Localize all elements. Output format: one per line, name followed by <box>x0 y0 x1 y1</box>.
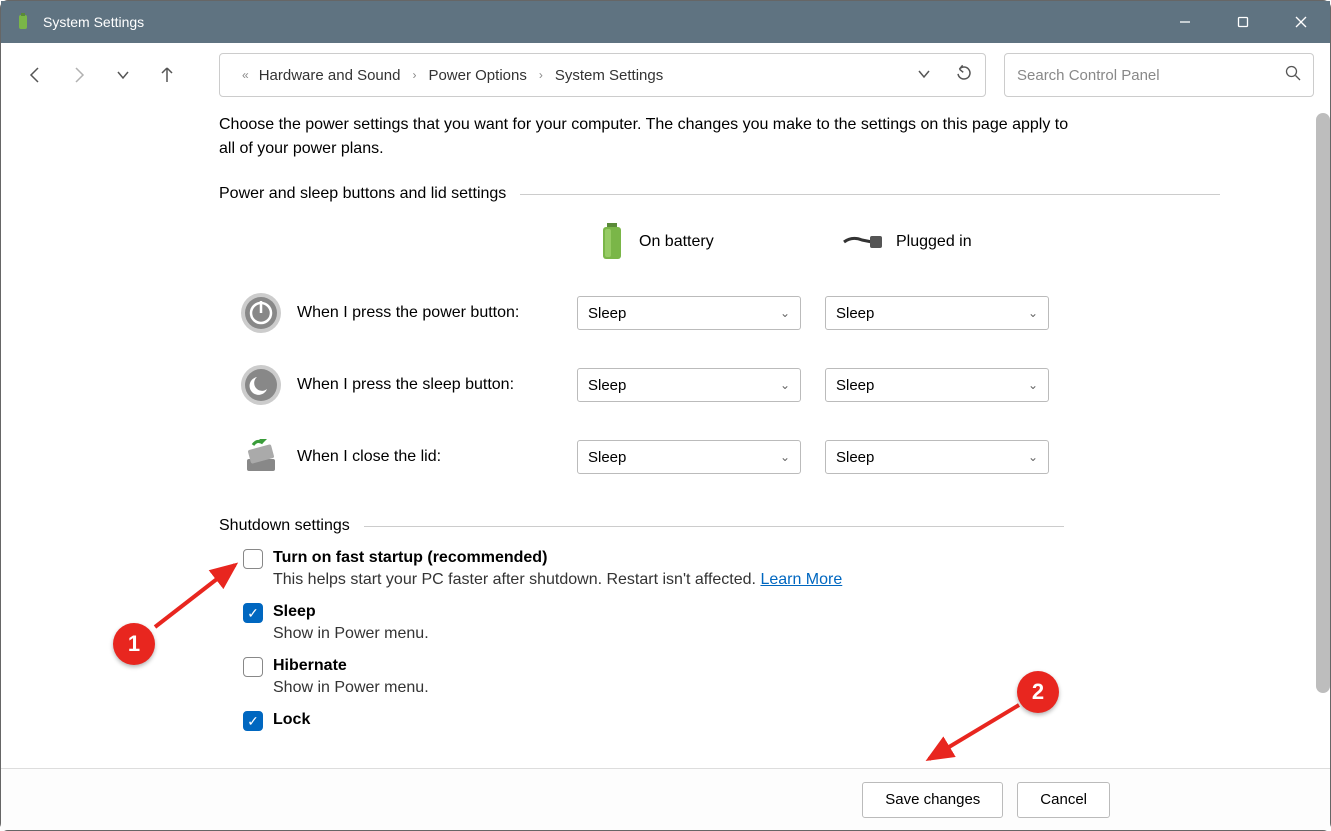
checkbox-label: Lock <box>273 711 310 729</box>
section-label: Shutdown settings <box>219 517 350 535</box>
lock-checkbox[interactable]: ✓ <box>243 711 263 731</box>
checkbox-label: Sleep <box>273 603 316 621</box>
lid-plugged-select[interactable]: Sleep⌄ <box>825 440 1049 474</box>
annotation-number: 2 <box>1017 671 1059 713</box>
annotation-arrow <box>147 555 247 635</box>
close-button[interactable] <box>1272 1 1330 43</box>
forward-button[interactable] <box>61 57 97 93</box>
chevron-left-icon: « <box>242 68 249 82</box>
save-button[interactable]: Save changes <box>862 782 1003 818</box>
buttons-bar: Save changes Cancel <box>1 768 1330 830</box>
content-area: Choose the power settings that you want … <box>9 113 1322 762</box>
app-icon <box>13 12 33 32</box>
power-button-icon <box>239 291 283 335</box>
titlebar: System Settings <box>1 1 1330 43</box>
column-header-battery: On battery <box>639 233 714 251</box>
column-header-plugged: Plugged in <box>896 233 972 251</box>
page-description: Choose the power settings that you want … <box>219 113 1079 161</box>
chevron-down-icon[interactable] <box>917 67 931 84</box>
power-button-plugged-select[interactable]: Sleep⌄ <box>825 296 1049 330</box>
checkbox-description: Show in Power menu. <box>273 625 1262 643</box>
toolbar: « Hardware and Sound › Power Options › S… <box>1 43 1330 107</box>
battery-icon <box>597 221 627 263</box>
breadcrumb-item[interactable]: System Settings <box>555 67 663 84</box>
maximize-button[interactable] <box>1214 1 1272 43</box>
divider <box>520 194 1220 195</box>
address-bar[interactable]: « Hardware and Sound › Power Options › S… <box>219 53 986 97</box>
annotation-arrow <box>919 701 1029 771</box>
minimize-button[interactable] <box>1156 1 1214 43</box>
up-button[interactable] <box>149 57 185 93</box>
row-label: When I close the lid: <box>297 448 577 466</box>
search-box[interactable] <box>1004 53 1314 97</box>
breadcrumb-item[interactable]: Power Options <box>428 67 526 84</box>
row-label: When I press the sleep button: <box>297 376 577 394</box>
plug-icon <box>842 230 884 254</box>
learn-more-link[interactable]: Learn More <box>760 571 842 588</box>
checkbox-label: Hibernate <box>273 657 347 675</box>
checkbox-description: Show in Power menu. <box>273 679 1262 697</box>
window-title: System Settings <box>43 14 144 30</box>
search-input[interactable] <box>1017 67 1285 84</box>
refresh-button[interactable] <box>955 64 973 86</box>
checkbox-description: This helps start your PC faster after sh… <box>273 571 1262 589</box>
annotation-number: 1 <box>113 623 155 665</box>
recent-button[interactable] <box>105 57 141 93</box>
chevron-right-icon: › <box>412 68 416 82</box>
section-label: Power and sleep buttons and lid settings <box>219 185 506 203</box>
checkbox-label: Turn on fast startup (recommended) <box>273 549 547 567</box>
lid-close-icon <box>239 435 283 479</box>
cancel-button[interactable]: Cancel <box>1017 782 1110 818</box>
power-button-battery-select[interactable]: Sleep⌄ <box>577 296 801 330</box>
search-icon[interactable] <box>1285 65 1301 85</box>
sleep-button-plugged-select[interactable]: Sleep⌄ <box>825 368 1049 402</box>
chevron-right-icon: › <box>539 68 543 82</box>
window-controls <box>1156 1 1330 43</box>
breadcrumb-item[interactable]: Hardware and Sound <box>259 67 401 84</box>
sleep-button-icon <box>239 363 283 407</box>
row-label: When I press the power button: <box>297 304 577 322</box>
back-button[interactable] <box>17 57 53 93</box>
scrollbar[interactable] <box>1316 113 1330 693</box>
divider <box>364 526 1064 527</box>
lid-battery-select[interactable]: Sleep⌄ <box>577 440 801 474</box>
hibernate-checkbox[interactable] <box>243 657 263 677</box>
sleep-button-battery-select[interactable]: Sleep⌄ <box>577 368 801 402</box>
